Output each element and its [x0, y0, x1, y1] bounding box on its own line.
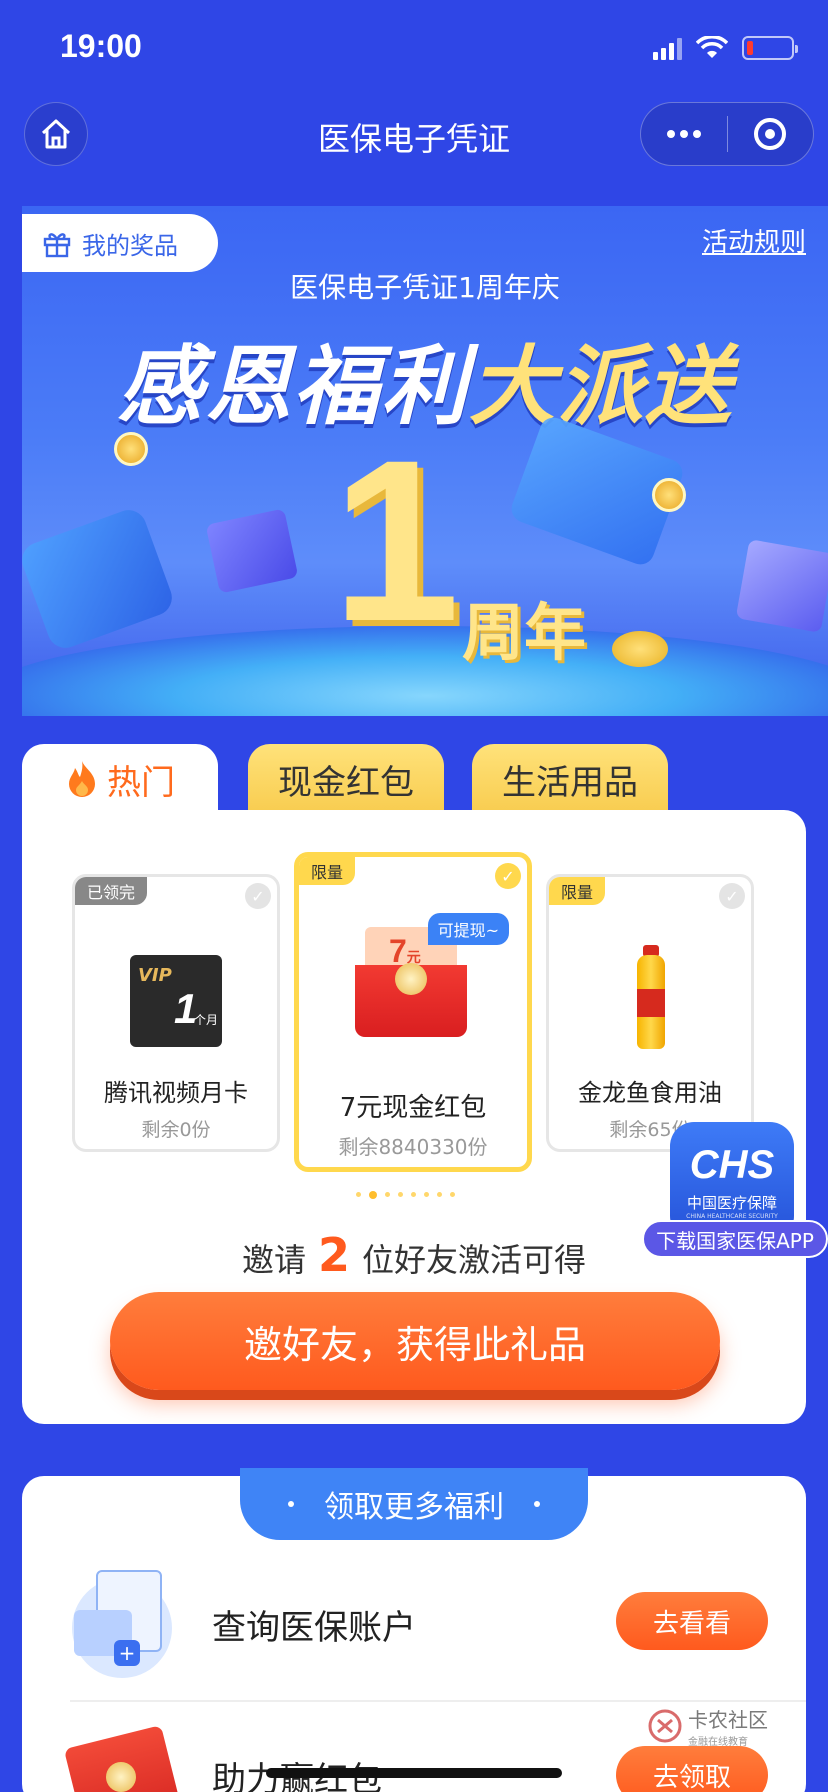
more-benefits-header: 领取更多福利 [240, 1468, 588, 1540]
more-benefits-title: 领取更多福利 [324, 1490, 504, 1525]
home-indicator [266, 1768, 562, 1778]
invite-count: 2 [317, 1228, 350, 1282]
gift-name: 腾讯视频月卡 [104, 1079, 248, 1107]
cooking-oil-bottle-icon [631, 945, 671, 1049]
banner-subtitle: 医保电子凭证1周年庆 [290, 271, 560, 304]
gift-item-tencent-video[interactable]: 已领完 ✓ VIP 1 个月 腾讯视频月卡 剩余0份 [72, 874, 280, 1152]
status-icons [653, 36, 798, 60]
item-title: 查询医保账户 [212, 1608, 416, 1648]
gift-box-right-decoration [735, 539, 828, 633]
tab-hot[interactable]: 热门 [22, 744, 218, 814]
gift-badge: 限量 [299, 857, 356, 885]
carousel-indicator [356, 1191, 455, 1199]
gift-badge: 限量 [549, 877, 606, 905]
flame-icon [69, 761, 95, 797]
wifi-icon [696, 36, 728, 58]
header-dot [288, 1501, 294, 1507]
vip-text: VIP [138, 965, 172, 986]
kanong-watermark: 卡农社区 金融在线教育 [648, 1704, 768, 1748]
close-button[interactable] [728, 102, 814, 166]
activity-rules-link[interactable]: 活动规则 [702, 222, 806, 259]
headline-yellow: 大派送 [469, 337, 733, 437]
go-claim-button[interactable]: 去领取 [616, 1746, 768, 1792]
tab-cash-red-envelope[interactable]: 现金红包 [248, 744, 444, 814]
anniversary-number: 1 [332, 412, 460, 669]
tab-label: 生活用品 [502, 762, 638, 803]
list-item-query-account: + 查询医保账户 去看看 [22, 1556, 806, 1716]
gift-remaining: 剩余8840330份 [338, 1135, 488, 1159]
coin-badge-right-decoration [652, 478, 686, 512]
go-view-button[interactable]: 去看看 [616, 1592, 768, 1650]
nav-bar: 医保电子凭证 [0, 100, 828, 180]
chs-name: 中国医疗保障 [686, 1193, 777, 1212]
watermark-main: 卡农社区 [688, 1708, 768, 1732]
header-dot [534, 1501, 540, 1507]
status-time: 19:00 [60, 28, 142, 64]
anniversary-banner: 我的奖品 活动规则 医保电子凭证1周年庆 感恩福利大派送 1 周年 [22, 206, 828, 716]
vip-month-unit: 个月 [194, 1013, 219, 1027]
divider [70, 1700, 806, 1702]
gift-item-cooking-oil[interactable]: 限量 ✓ 金龙鱼食用油 剩余65份 [546, 874, 754, 1152]
check-circle-icon: ✓ [245, 883, 271, 909]
gift-card: 已领完 ✓ VIP 1 个月 腾讯视频月卡 剩余0份 限量 ✓ 7元 可提现~ … [22, 810, 806, 1424]
cellular-signal-icon [653, 36, 682, 60]
chs-logo: CHS [689, 1142, 775, 1187]
anniversary-label: 周年 [462, 596, 587, 669]
invite-suffix: 位好友激活可得 [362, 1241, 587, 1279]
mini-program-capsule [640, 102, 814, 166]
red-envelope-icon [62, 1722, 182, 1792]
gift-badge: 已领完 [75, 877, 148, 905]
tab-label: 现金红包 [278, 762, 414, 803]
gold-coin-decoration [612, 631, 668, 667]
check-circle-icon: ✓ [719, 883, 745, 909]
category-tabs: 现金红包 生活用品 热门 [22, 744, 806, 814]
chs-download-label: 下载国家医保APP [642, 1220, 828, 1258]
more-menu-button[interactable] [641, 102, 727, 166]
kanong-logo-icon [648, 1709, 682, 1743]
tab-daily-goods[interactable]: 生活用品 [472, 744, 668, 814]
gift-name: 金龙鱼食用油 [578, 1079, 722, 1107]
status-bar: 19:00 [0, 0, 828, 96]
gift-icon [43, 233, 71, 258]
invite-friends-button[interactable]: 邀好友，获得此礼品 [110, 1292, 720, 1390]
blue-card-left-decoration [22, 505, 177, 653]
gift-box-left-decoration [205, 508, 299, 594]
tencent-video-vip-card-icon: VIP 1 个月 [130, 955, 222, 1047]
tab-label: 热门 [107, 762, 175, 803]
medical-insurance-account-icon: + [62, 1568, 182, 1688]
battery-icon [742, 36, 798, 60]
close-target-icon [754, 118, 787, 150]
check-circle-icon: ✓ [495, 863, 521, 889]
my-prizes-label: 我的奖品 [82, 231, 178, 260]
invite-prefix: 邀请 [241, 1241, 306, 1279]
withdrawable-tag: 可提现~ [427, 913, 509, 945]
gift-item-cash-red-envelope[interactable]: 限量 ✓ 7元 可提现~ 7元现金红包 剩余8840330份 [294, 852, 532, 1172]
chs-english: CHINA HEALTHCARE SECURITY [686, 1212, 778, 1220]
gift-remaining: 剩余0份 [141, 1119, 211, 1141]
coin-badge-left-decoration [114, 432, 148, 466]
my-prizes-button[interactable]: 我的奖品 [22, 214, 218, 272]
download-chs-app-button[interactable]: CHS 中国医疗保障 CHINA HEALTHCARE SECURITY 下载国… [642, 1120, 828, 1260]
gift-name: 7元现金红包 [339, 1093, 487, 1123]
watermark-sub: 金融在线教育 [688, 1737, 748, 1748]
